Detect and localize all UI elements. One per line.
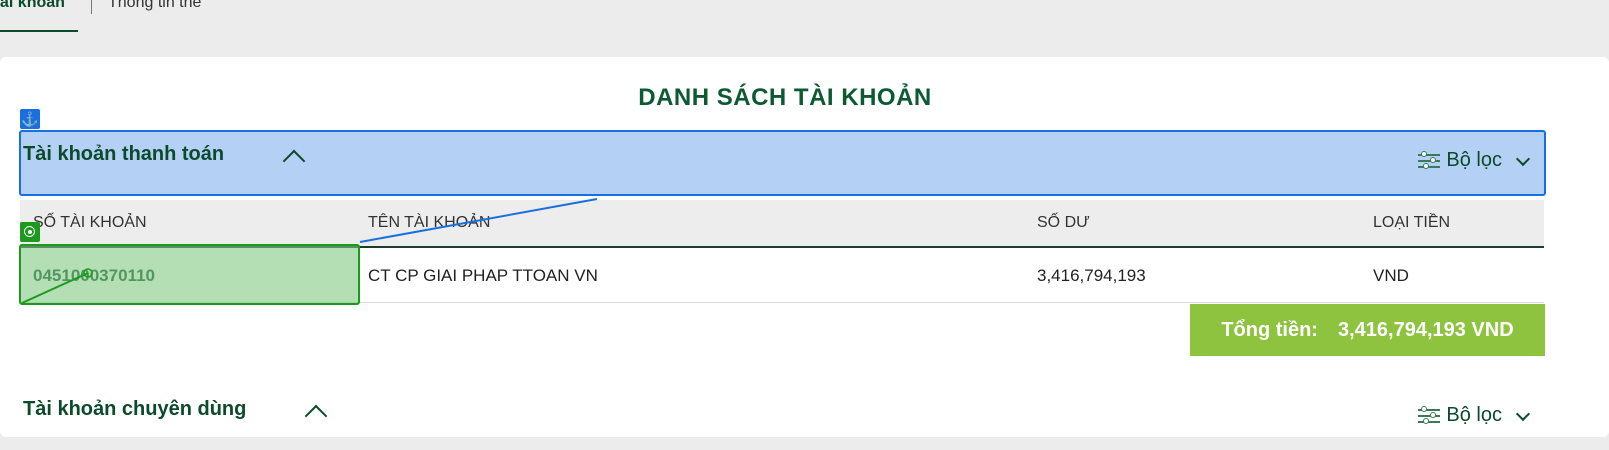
- balance: 3,416,794,193: [1037, 266, 1146, 285]
- total-amount-bar: Tổng tiền: 3,416,794,193 VND: [1190, 304, 1545, 356]
- target-icon: [20, 222, 40, 242]
- tab-card-info[interactable]: Thông tin thẻ: [108, 0, 201, 12]
- filter-button[interactable]: Bộ lọc: [1418, 149, 1531, 172]
- page-title: DANH SÁCH TÀI KHOẢN: [638, 84, 932, 111]
- filter-label: Bộ lọc: [1446, 149, 1502, 171]
- special-accounts-header[interactable]: Tài khoản chuyên dùng Bộ lọc: [20, 386, 1548, 450]
- section-title: Tài khoản chuyên dùng: [23, 398, 247, 420]
- total-label: Tổng tiền:: [1221, 318, 1318, 341]
- anchor-icon: ⚓: [20, 109, 40, 129]
- tab-accounts[interactable]: ài khoản: [0, 0, 65, 12]
- sliders-icon: [1418, 150, 1441, 170]
- tab-active-indicator: [0, 30, 78, 32]
- tab-separator: [91, 0, 92, 14]
- section-title: Tài khoản thanh toán: [23, 143, 225, 165]
- account-name: CT CP GIAI PHAP TTOAN VN: [368, 266, 598, 285]
- currency: VND: [1373, 266, 1409, 285]
- chevron-down-icon: [1515, 406, 1531, 421]
- chevron-down-icon: [1515, 151, 1531, 166]
- filter-button[interactable]: Bộ lọc: [1418, 404, 1531, 427]
- chevron-up-icon[interactable]: [282, 149, 306, 173]
- total-value: 3,416,794,193 VND: [1337, 318, 1514, 341]
- col-account-number: SỐ TÀI KHOẢN: [33, 214, 147, 231]
- table-header: SỐ TÀI KHOẢN TÊN TÀI KHOẢN SỐ DƯ LOẠI TI…: [20, 200, 1544, 248]
- col-account-name: TÊN TÀI KHOẢN: [368, 214, 491, 231]
- chevron-up-icon[interactable]: [304, 404, 328, 428]
- filter-label: Bộ lọc: [1446, 404, 1502, 426]
- col-currency: LOẠI TIỀN: [1373, 214, 1451, 231]
- account-number-highlight: [19, 244, 360, 305]
- account-tabs: ài khoản Thông tin thẻ: [0, 0, 1609, 32]
- col-balance: SỐ DƯ: [1037, 214, 1090, 231]
- sliders-icon: [1418, 405, 1441, 425]
- payment-accounts-header[interactable]: Tài khoản thanh toán Bộ lọc: [20, 131, 1548, 195]
